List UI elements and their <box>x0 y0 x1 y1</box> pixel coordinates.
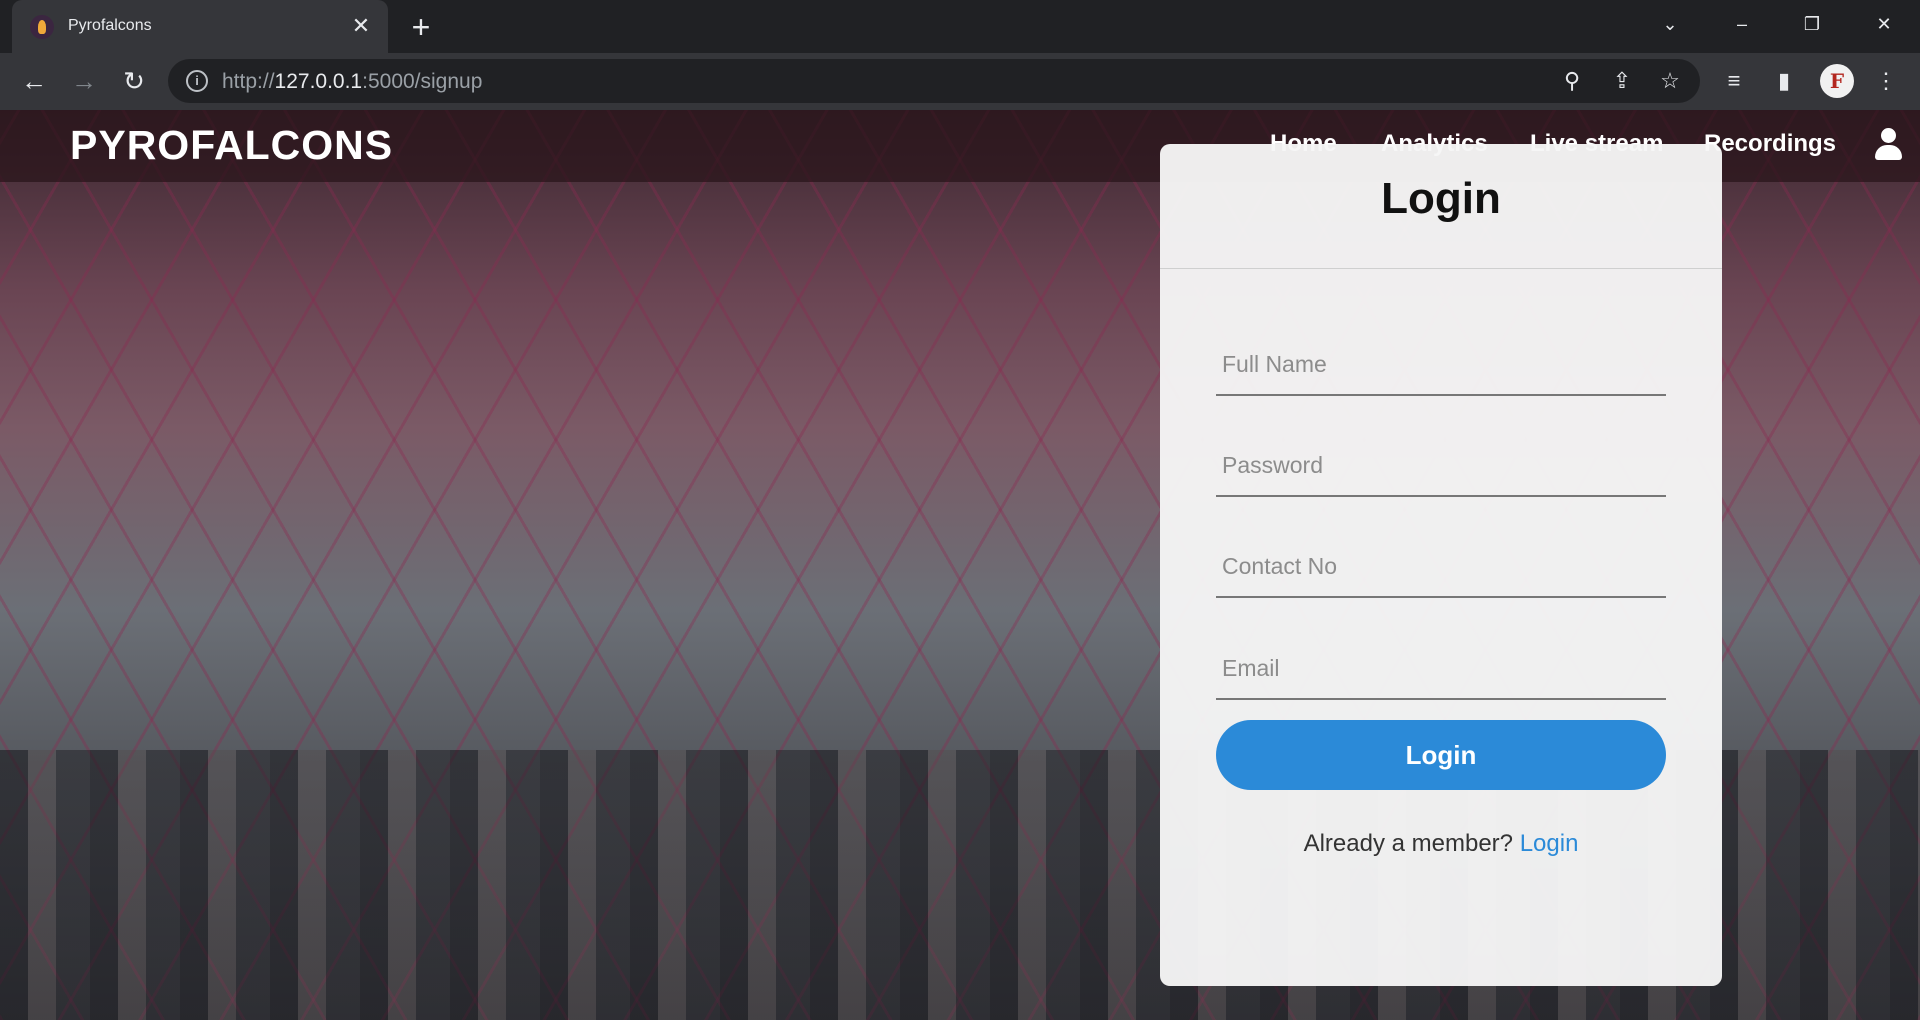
login-card: Login Login Already a member? Login <box>1160 144 1722 986</box>
close-window-icon[interactable]: ✕ <box>1864 8 1904 40</box>
menu-icon[interactable]: ⋮ <box>1870 65 1902 97</box>
browser-toolbar: ← → ↻ i http://127.0.0.1:5000/signup ⚲ ⇪… <box>0 53 1920 110</box>
full-name-input[interactable] <box>1216 338 1668 390</box>
star-icon[interactable]: ☆ <box>1656 67 1684 95</box>
email-field <box>1216 642 1668 700</box>
member-prompt: Already a member? Login <box>1160 830 1722 858</box>
nav-recordings[interactable]: Recordings <box>1704 130 1836 158</box>
browser-tab[interactable]: Pyrofalcons ✕ <box>12 0 388 53</box>
address-bar[interactable]: i http://127.0.0.1:5000/signup ⚲ ⇪ ☆ <box>168 59 1700 103</box>
forward-icon[interactable]: → <box>66 63 102 99</box>
reload-icon[interactable]: ↻ <box>116 63 152 99</box>
back-icon[interactable]: ← <box>16 63 52 99</box>
tab-title: Pyrofalcons <box>68 17 152 34</box>
tab-search-icon[interactable]: ⌄ <box>1650 8 1690 40</box>
member-text: Already a member? <box>1303 830 1514 857</box>
member-login-link[interactable]: Login <box>1520 830 1579 857</box>
login-button[interactable]: Login <box>1216 720 1666 790</box>
contact-field <box>1216 540 1668 598</box>
user-icon[interactable] <box>1874 128 1902 164</box>
url-text[interactable]: http://127.0.0.1:5000/signup <box>222 70 482 94</box>
sidepanel-icon[interactable]: ▮ <box>1768 65 1800 97</box>
email-input[interactable] <box>1216 642 1668 694</box>
minimize-icon[interactable]: – <box>1722 8 1762 40</box>
restore-icon[interactable]: ❐ <box>1792 8 1832 40</box>
profile-avatar[interactable] <box>1820 64 1854 98</box>
media-icon[interactable]: ≡ <box>1718 65 1750 97</box>
password-input[interactable] <box>1216 439 1668 491</box>
favicon-icon <box>30 15 54 39</box>
page-viewport: PYROFALCONS Home Analytics Live stream R… <box>0 110 1920 1020</box>
share-icon[interactable]: ⇪ <box>1608 67 1636 95</box>
browser-tabstrip: Pyrofalcons ✕ + ⌄ – ❐ ✕ <box>0 0 1920 53</box>
full-name-field <box>1216 338 1668 396</box>
password-field <box>1216 439 1668 497</box>
brand-logo[interactable]: PYROFALCONS <box>70 122 393 169</box>
contact-input[interactable] <box>1216 540 1668 592</box>
new-tab-icon[interactable]: + <box>404 11 438 45</box>
close-tab-icon[interactable]: ✕ <box>348 13 374 39</box>
zoom-icon[interactable]: ⚲ <box>1558 67 1586 95</box>
info-icon[interactable]: i <box>186 70 208 92</box>
card-title: Login <box>1381 174 1501 223</box>
divider <box>1160 268 1722 269</box>
